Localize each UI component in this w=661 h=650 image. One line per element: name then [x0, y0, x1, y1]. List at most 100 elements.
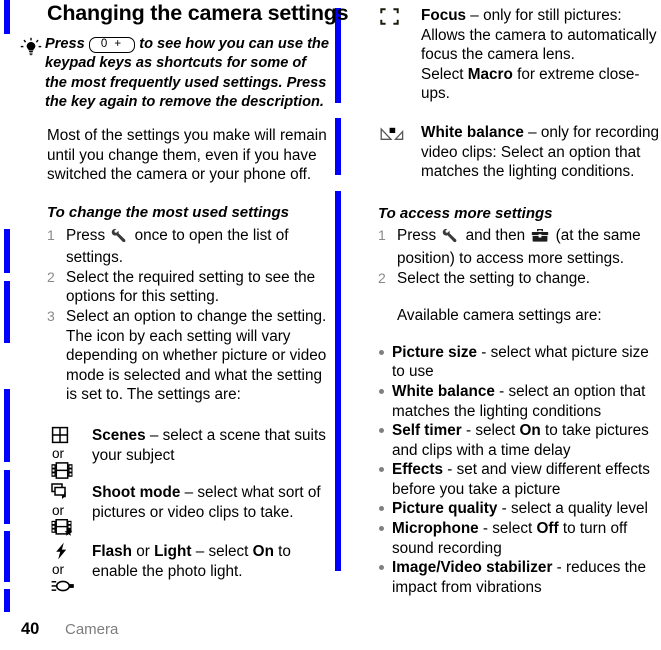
- setting-row-focus: Focus – only for still pictures: Allows …: [378, 6, 661, 104]
- step-text: Select the setting to change.: [397, 269, 591, 287]
- settings-icons-note: The icon by each setting will vary depen…: [66, 327, 327, 404]
- bullet-sep: -: [552, 559, 567, 577]
- setting-separator: –: [180, 484, 198, 502]
- change-bar-left-1: [4, 0, 10, 34]
- keypad-key-zero[interactable]: 0 +: [88, 37, 136, 53]
- bullet-dot: [379, 467, 384, 473]
- change-bar-left-7: [4, 589, 10, 612]
- available-settings-intro: Available camera settings are:: [397, 307, 602, 325]
- step-2: 2 Select the setting to change.: [378, 269, 661, 289]
- step-number: 2: [47, 268, 55, 285]
- bullet-dot: [379, 565, 384, 571]
- left-column: Changing the camera settings Press 0 + t…: [20, 0, 349, 592]
- or-label: or: [52, 445, 65, 461]
- step-1: 1 Press and then (at the same position) …: [378, 226, 661, 268]
- bullet-term: Image/Video stabilizer: [392, 559, 553, 577]
- change-bar-left-6: [4, 531, 10, 582]
- bullet-term: Effects: [392, 461, 444, 479]
- bullet-sep: -: [497, 500, 512, 518]
- setting-row-scenes-icons: or: [51, 426, 89, 479]
- step-text-b: and then: [461, 227, 530, 245]
- subhead-access-more-settings: To access more settings: [378, 204, 553, 222]
- setting-row-shoot-mode: or Shoot mode – select what sort of pict…: [47, 483, 330, 536]
- available-settings-list: Picture size - select what picture size …: [378, 343, 661, 598]
- list-item: Microphone - select Off to turn off soun…: [378, 519, 661, 558]
- or-label: or: [52, 503, 65, 519]
- list-item: Effects - set and view different effects…: [378, 460, 661, 499]
- setting-separator: –: [466, 7, 484, 24]
- or-label: or: [52, 562, 65, 578]
- change-bar-left-4: [4, 389, 10, 462]
- white-balance-icon: [380, 127, 410, 149]
- bullet-term: White balance: [392, 382, 495, 400]
- setting-term: Flash: [92, 543, 132, 561]
- filmstrip-icon: [51, 462, 89, 479]
- extra-emphasis: Macro: [467, 65, 513, 83]
- bullet-term: Picture size: [392, 343, 478, 361]
- setting-row-shoot-mode-icons: or: [51, 483, 89, 537]
- bullet-sep: - select: [461, 422, 520, 440]
- bullet-dot: [379, 428, 384, 434]
- step-number: 2: [378, 269, 386, 286]
- step-1: 1 Press once to open the list of setting…: [47, 226, 330, 268]
- list-item: Image/Video stabilizer - reduces the imp…: [378, 558, 661, 597]
- list-item: Picture quality - select a quality level: [378, 499, 661, 519]
- flash-bolt-icon: [51, 542, 89, 560]
- setting-row-white-balance-desc: White balance – only for recording video…: [421, 123, 661, 182]
- list-item: Self timer - select On to take pictures …: [378, 421, 661, 460]
- setting-row-scenes-desc: Scenes – select a scene that suits your …: [92, 426, 330, 465]
- page-title: Changing the camera settings: [47, 1, 349, 25]
- setting-row-focus-desc: Focus – only for still pictures: Allows …: [421, 6, 661, 65]
- steps-change-most-used: 1 Press once to open the list of setting…: [47, 226, 330, 327]
- step-3: 3 Select an option to change the setting…: [47, 307, 330, 327]
- setting-term: Shoot mode: [92, 484, 181, 502]
- photo-light-icon: [51, 578, 89, 594]
- bullet-sep: - select: [478, 520, 537, 538]
- step-text: Select the required setting to see the o…: [66, 268, 316, 306]
- wrench-icon: [111, 228, 128, 249]
- step-text: Press and then (at the same position) to…: [397, 227, 641, 267]
- focus-brackets-icon: [380, 8, 410, 30]
- setting-term-joiner: or: [131, 543, 155, 561]
- setting-term-2: Light: [154, 543, 192, 561]
- bullet-emphasis: On: [519, 422, 541, 440]
- wrench-icon: [442, 228, 459, 249]
- setting-separator: – select: [191, 543, 253, 561]
- setting-separator: –: [145, 426, 163, 444]
- stacked-photos-icon: [51, 483, 89, 501]
- step-2: 2 Select the required setting to see the…: [47, 268, 330, 307]
- bullet-sep: -: [477, 343, 491, 361]
- lightbulb-icon: [20, 37, 42, 59]
- setting-row-white-balance: White balance – only for recording video…: [378, 123, 661, 182]
- bullet-term: Self timer: [392, 422, 462, 440]
- bullet-emphasis: Off: [536, 520, 559, 538]
- page-footer: 40 Camera: [21, 620, 661, 639]
- setting-row-shoot-mode-desc: Shoot mode – select what sort of picture…: [92, 483, 330, 522]
- bullet-dot: [379, 506, 384, 512]
- page-number: 40: [21, 620, 40, 638]
- setting-separator: –: [523, 123, 541, 141]
- setting-row-flash-icons: or: [51, 542, 89, 594]
- steps-access-more-settings: 1 Press and then (at the same position) …: [378, 226, 661, 288]
- setting-term: Focus: [421, 7, 467, 24]
- tip-text: Press 0 + to see how you can use the key…: [45, 35, 330, 112]
- step-number: 1: [378, 227, 386, 244]
- setting-row-focus-extra: Select Macro for extreme close-ups.: [421, 65, 661, 104]
- intro-paragraph: Most of the settings you make will remai…: [47, 127, 327, 184]
- toolbox-icon: [531, 228, 549, 249]
- bullet-dot: [379, 349, 384, 355]
- change-bar-mid-3: [335, 191, 341, 571]
- tip-text-after: to see how you can use the keypad keys a…: [45, 36, 329, 110]
- change-bar-mid-2: [335, 118, 341, 175]
- setting-row-flash: or Flash or Light – select On to enable …: [47, 542, 330, 592]
- filmstrip-star-icon: [51, 519, 89, 537]
- bullet-term: Microphone: [392, 520, 479, 538]
- bullet-text: select a quality level: [511, 500, 648, 518]
- bullet-dot: [379, 388, 384, 394]
- bullet-sep: -: [443, 461, 457, 479]
- extra-before: Select: [421, 65, 468, 83]
- chapter-name: Camera: [65, 621, 119, 638]
- subhead-change-most-used: To change the most used settings: [47, 203, 289, 221]
- list-item: White balance - select an option that ma…: [378, 382, 661, 421]
- step-text: Select an option to change the setting.: [66, 307, 327, 325]
